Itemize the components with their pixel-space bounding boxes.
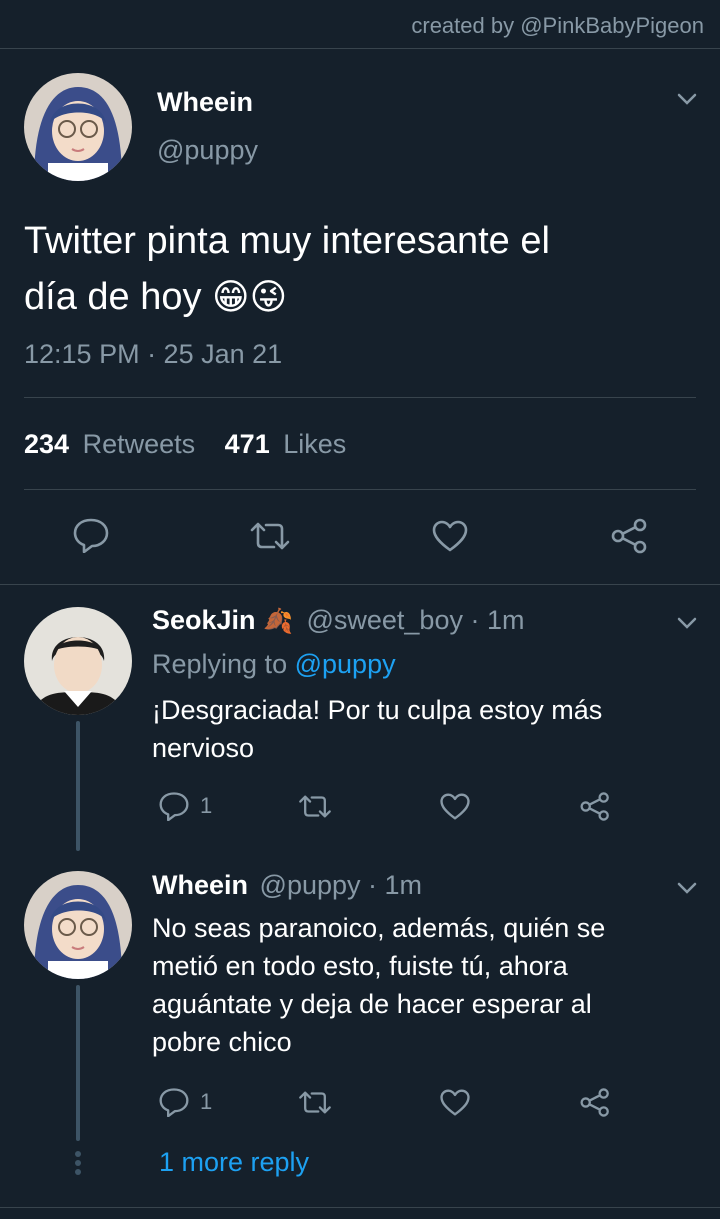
author-name[interactable]: SeokJin <box>152 605 256 635</box>
timestamp[interactable]: 12:15 PM · 25 Jan 21 <box>24 339 282 370</box>
thread-line <box>76 721 80 851</box>
reply-text-line: nervioso <box>152 733 255 763</box>
share-icon <box>611 518 647 554</box>
reply-header: SeokJin 🍂 @sweet_boy · 1m <box>152 605 524 636</box>
thread-line <box>76 985 80 1141</box>
avatar[interactable] <box>24 871 132 979</box>
tweet-text-line: día de hoy 😁😜 <box>24 269 550 325</box>
retweet-icon <box>299 1091 331 1114</box>
reply-icon <box>159 1088 189 1117</box>
name-emoji: 🍂 <box>263 608 293 635</box>
retweet-icon <box>299 795 331 818</box>
tweet-text-line: Twitter pinta muy interesante el <box>24 220 550 262</box>
more-replies-link[interactable]: 1 more reply <box>159 1147 309 1178</box>
share-button[interactable] <box>579 791 612 822</box>
reply-text-line: ¡Desgraciada! Por tu culpa estoy más <box>152 695 603 725</box>
avatar[interactable] <box>24 607 132 715</box>
author-handle[interactable]: @puppy <box>157 135 258 166</box>
replying-to: Replying to @puppy <box>152 649 396 680</box>
likes-count[interactable]: 471 <box>225 429 270 459</box>
tweet-text: Twitter pinta muy interesante el día de … <box>24 213 550 325</box>
emoji: 😁😜 <box>212 276 288 317</box>
tweet-text-line2: día de hoy <box>24 276 202 318</box>
reply-text-line: pobre chico <box>152 1027 292 1057</box>
divider <box>24 489 696 490</box>
share-button[interactable] <box>610 517 650 555</box>
reply-tweet[interactable]: SeokJin 🍂 @sweet_boy · 1m Replying to @p… <box>0 585 720 855</box>
replying-prefix: Replying to <box>152 649 288 679</box>
bottom-divider <box>0 1207 720 1208</box>
share-button[interactable] <box>579 1087 612 1118</box>
author-name[interactable]: Wheein <box>157 87 253 118</box>
heart-icon <box>440 1089 470 1116</box>
reply-text-line: metió en todo esto, fuiste tú, ahora <box>152 951 568 981</box>
reply-text: ¡Desgraciada! Por tu culpa estoy más ner… <box>152 691 602 767</box>
like-button[interactable] <box>431 519 469 553</box>
share-icon <box>580 792 609 821</box>
retweets-label[interactable]: Retweets <box>83 429 196 459</box>
reply-header: Wheein @puppy · 1m <box>152 870 422 901</box>
divider <box>24 397 696 398</box>
reply-text: No seas paranoico, además, quién se meti… <box>152 909 605 1061</box>
credit-text: created by @PinkBabyPigeon <box>0 0 720 49</box>
reply-text-line: aguántate y deja de hacer esperar al <box>152 989 592 1019</box>
share-icon <box>580 1088 609 1117</box>
avatar[interactable] <box>24 73 132 181</box>
more-replies-dots <box>75 1151 81 1178</box>
retweet-icon <box>250 522 290 550</box>
heart-icon <box>432 520 468 552</box>
author-handle[interactable]: @puppy <box>260 870 361 900</box>
reply-time[interactable]: · 1m <box>368 870 422 900</box>
engagement-stats: 234 Retweets 471 Likes <box>24 429 346 460</box>
reply-time[interactable]: · 1m <box>470 605 524 635</box>
reply-button[interactable]: 1 <box>158 1087 212 1117</box>
reply-button[interactable]: 1 <box>158 791 212 821</box>
author-handle[interactable]: @sweet_boy <box>306 605 463 635</box>
heart-icon <box>440 793 470 820</box>
chevron-down-icon[interactable] <box>676 615 698 636</box>
reply-icon <box>73 518 109 553</box>
chevron-down-icon[interactable] <box>676 91 698 112</box>
reply-tweet[interactable]: Wheein @puppy · 1m No seas paranoico, ad… <box>0 855 720 1205</box>
reply-count: 1 <box>200 793 213 818</box>
reply-icon <box>159 792 189 821</box>
author-name[interactable]: Wheein <box>152 870 248 900</box>
reply-count: 1 <box>200 1089 213 1114</box>
likes-label[interactable]: Likes <box>283 429 346 459</box>
reply-button[interactable] <box>72 517 110 553</box>
retweets-count[interactable]: 234 <box>24 429 69 459</box>
retweet-button[interactable] <box>297 794 333 819</box>
retweet-button[interactable] <box>297 1090 333 1115</box>
like-button[interactable] <box>439 792 471 821</box>
retweet-button[interactable] <box>248 521 292 551</box>
reply-text-line: No seas paranoico, además, quién se <box>152 913 606 943</box>
main-tweet: Wheein @puppy Twitter pinta muy interesa… <box>0 49 720 584</box>
replying-to-link[interactable]: @puppy <box>295 649 396 679</box>
like-button[interactable] <box>439 1088 471 1117</box>
chevron-down-icon[interactable] <box>676 880 698 901</box>
